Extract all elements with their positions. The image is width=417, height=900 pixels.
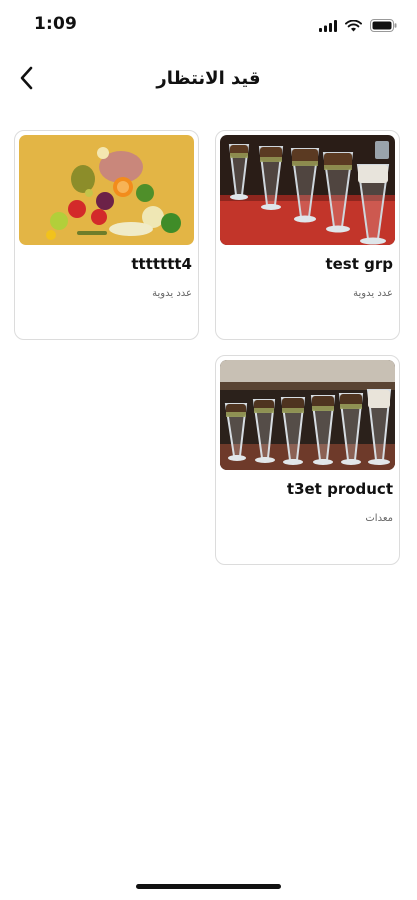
product-name: test grp — [325, 255, 393, 273]
product-card[interactable]: t3et product معدات — [215, 355, 400, 565]
product-card[interactable]: test grp عدد يدوية — [215, 130, 400, 340]
product-card[interactable]: ttttttt4 عدد يدوية — [14, 130, 199, 340]
wifi-icon — [345, 17, 362, 36]
product-image — [220, 135, 395, 245]
home-indicator[interactable] — [136, 884, 281, 889]
battery-icon — [370, 17, 397, 36]
status-bar: 1:09 — [0, 0, 417, 50]
product-image — [19, 135, 194, 245]
product-name: ttttttt4 — [131, 255, 192, 273]
product-category: عدد يدوية — [353, 288, 393, 299]
signal-icon — [319, 17, 337, 36]
product-category: معدات — [365, 513, 393, 524]
product-category: عدد يدوية — [152, 288, 192, 299]
page-title: قيد الانتظار — [156, 68, 261, 89]
product-image — [220, 360, 395, 470]
status-time: 1:09 — [34, 14, 78, 34]
status-icons — [319, 17, 397, 36]
navigation-bar: قيد الانتظار — [0, 56, 417, 108]
product-name: t3et product — [286, 480, 393, 498]
